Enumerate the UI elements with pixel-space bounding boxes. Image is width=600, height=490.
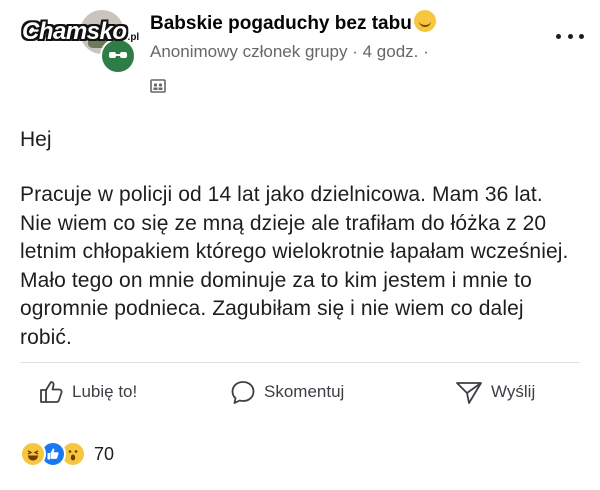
post-meta: Anonimowy członek grupy · 4 godz. · — [150, 42, 429, 62]
share-label[interactable]: Wyślij — [491, 382, 535, 402]
group-name[interactable]: Babskie pogaduchy bez tabu — [150, 10, 436, 35]
post-actions: Lubię to! Skomentuj Wyślij — [20, 368, 580, 416]
smiling-face-emoji-icon — [413, 10, 436, 32]
more-icon-dot-2 — [567, 33, 573, 39]
comment-button[interactable]: Skomentuj — [230, 376, 344, 408]
post-header: Chamsko .pl Babskie pogaduchy bez tabu A… — [0, 0, 600, 100]
post-message: Pracuje w policji od 14 lat jako dzielni… — [20, 183, 569, 349]
reactions-summary[interactable]: 70 — [20, 440, 114, 468]
like-label[interactable]: Lubię to! — [72, 382, 137, 402]
author-name[interactable]: Anonimowy członek grupy — [150, 42, 347, 61]
group-name-label[interactable]: Babskie pogaduchy bez tabu — [150, 13, 412, 34]
meta-separator-trailing: · — [423, 42, 429, 61]
more-icon-dot-1 — [556, 33, 561, 39]
comment-bubble-icon — [231, 381, 255, 404]
reaction-count[interactable]: 70 — [94, 444, 114, 465]
haha-reaction-icon — [20, 441, 46, 467]
share-button[interactable]: Wyślij — [455, 376, 535, 408]
group-members-icon — [150, 78, 166, 94]
watermark-suffix: .pl — [127, 31, 140, 43]
like-button[interactable]: Lubię to! — [38, 376, 137, 408]
watermark-text: Chamsko — [22, 18, 127, 45]
post-greeting: Hej — [20, 128, 52, 151]
watermark-logo: Chamsko .pl — [22, 12, 139, 52]
more-options-button[interactable] — [556, 28, 584, 44]
thumbs-up-icon — [40, 381, 63, 403]
actions-divider — [20, 362, 580, 363]
meta-separator: · — [352, 42, 358, 61]
more-icon-dot-3 — [579, 33, 584, 39]
comment-label[interactable]: Skomentuj — [264, 382, 344, 402]
post-body: Hej Pracuje w policji od 14 lat jako dzi… — [20, 126, 580, 352]
post-time[interactable]: 4 godz. — [363, 42, 419, 61]
send-icon — [456, 382, 482, 404]
